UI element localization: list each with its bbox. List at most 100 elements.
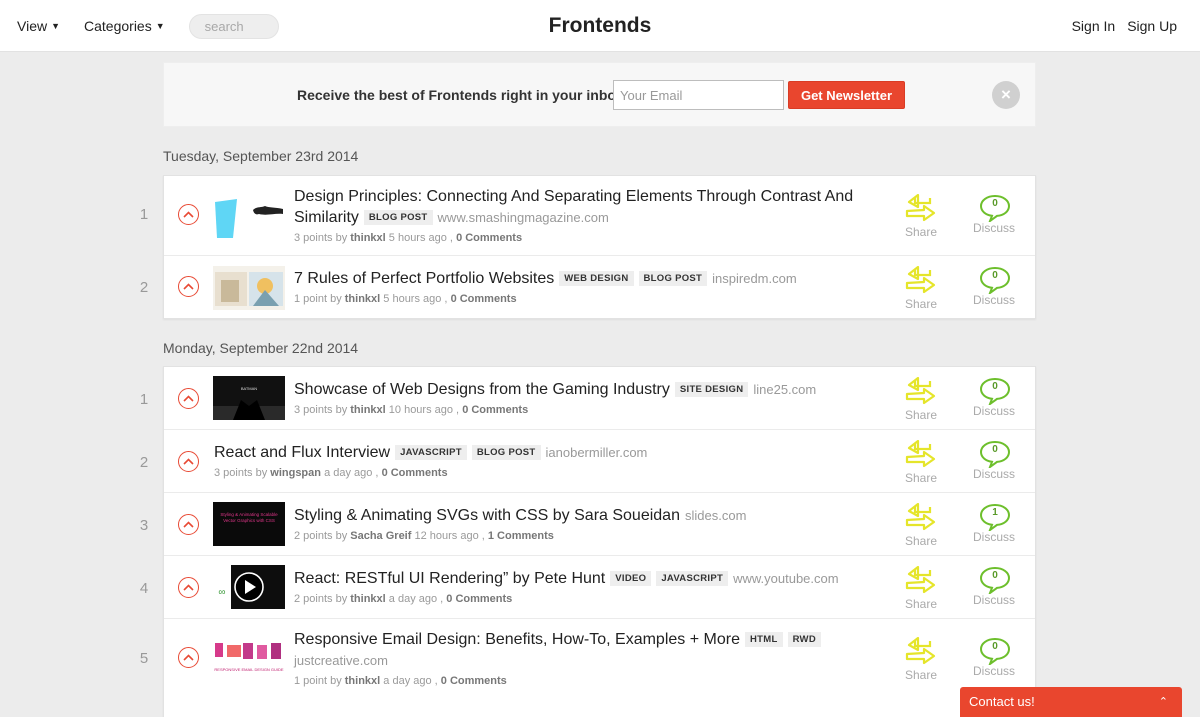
share-arrows-icon (905, 637, 936, 665)
post-domain[interactable]: line25.com (753, 382, 816, 397)
post-title-link[interactable]: Responsive Email Design: Benefits, How-T… (294, 631, 740, 648)
post-tag[interactable]: VIDEO (610, 571, 652, 586)
sign-up-link[interactable]: Sign Up (1127, 18, 1177, 34)
discuss-count: 0 (992, 198, 998, 209)
contact-us-widget[interactable]: Contact us! ⌃ (960, 687, 1182, 717)
categories-dropdown[interactable]: Categories ▼ (84, 18, 165, 34)
upvote-button[interactable] (178, 388, 199, 409)
discuss-button[interactable]: 0 Discuss (973, 566, 1015, 607)
newsletter-email-field[interactable] (613, 80, 784, 110)
svg-slides-thumb: Styling & Animating Scalable Vector Grap… (213, 502, 285, 546)
upvote-button[interactable] (178, 451, 199, 472)
post-author[interactable]: wingspan (270, 467, 321, 479)
sign-in-link[interactable]: Sign In (1072, 18, 1116, 34)
post-meta: 3 points by thinkxl 10 hours ago , 0 Com… (294, 404, 865, 416)
share-button[interactable]: Share (901, 440, 941, 485)
post-tag[interactable]: BLOG POST (638, 271, 708, 286)
post-author[interactable]: thinkxl (345, 675, 380, 687)
post-title-link[interactable]: Styling & Animating SVGs with CSS by Sar… (294, 507, 680, 524)
share-button[interactable]: Share (901, 637, 941, 682)
upvote-button[interactable] (178, 647, 199, 668)
share-button[interactable]: Share (901, 377, 941, 422)
post-comments-link[interactable]: 0 Comments (446, 593, 512, 605)
post-author[interactable]: thinkxl (350, 593, 385, 605)
post-tag[interactable]: JAVASCRIPT (395, 445, 467, 460)
post-time: 12 hours ago , (414, 530, 485, 542)
speech-bubble-icon: 0 (979, 637, 1011, 665)
post-title-line: 7 Rules of Perfect Portfolio Websites WEB… (294, 268, 865, 289)
get-newsletter-button[interactable]: Get Newsletter (788, 81, 905, 109)
share-label: Share (904, 471, 938, 485)
share-button[interactable]: Share (901, 566, 941, 611)
post-thumbnail[interactable] (213, 266, 285, 310)
post-tag[interactable]: BLOG POST (363, 210, 433, 225)
post-thumbnail[interactable]: Styling & Animating Scalable Vector Grap… (213, 502, 285, 546)
post-title-link[interactable]: React and Flux Interview (214, 444, 390, 461)
upvote-button[interactable] (178, 204, 199, 225)
view-dropdown[interactable]: View ▼ (17, 18, 60, 34)
share-arrows-icon (905, 503, 936, 531)
post-thumbnail[interactable] (213, 194, 285, 238)
post-tag[interactable]: HTML (744, 632, 783, 647)
discuss-button[interactable]: 1 Discuss (973, 503, 1015, 544)
post-thumbnail[interactable]: RESPONSIVE EMAIL DESIGN GUIDE (213, 637, 285, 681)
upvote-button[interactable] (178, 577, 199, 598)
nav-right: Sign In Sign Up (1060, 0, 1177, 52)
close-icon[interactable]: × (992, 81, 1020, 109)
share-button[interactable]: Share (901, 194, 941, 239)
share-button[interactable]: Share (901, 503, 941, 548)
post-title-link[interactable]: Showcase of Web Designs from the Gaming … (294, 381, 670, 398)
post-author[interactable]: Sacha Greif (350, 530, 411, 542)
upvote-button[interactable] (178, 276, 199, 297)
discuss-button[interactable]: 0 Discuss (973, 194, 1015, 235)
categories-dropdown-label: Categories (84, 18, 152, 34)
post-rank: 1 (139, 391, 149, 408)
post-time: 5 hours ago , (388, 232, 453, 244)
post-points: 2 points by (294, 593, 348, 605)
post-comments-link[interactable]: 0 Comments (456, 232, 522, 244)
day-heading: Monday, September 22nd 2014 (163, 340, 359, 356)
speech-bubble-icon: 0 (979, 566, 1011, 594)
post-thumbnail[interactable]: ∞ (213, 565, 285, 609)
post-meta: 1 point by thinkxl a day ago , 0 Comment… (294, 675, 865, 687)
post-content: Styling & Animating SVGs with CSS by Sar… (294, 505, 865, 542)
discuss-button[interactable]: 0 Discuss (973, 377, 1015, 418)
post-tag[interactable]: BLOG POST (471, 445, 541, 460)
post-comments-link[interactable]: 1 Comments (488, 530, 554, 542)
post-tag[interactable]: JAVASCRIPT (656, 571, 729, 586)
post-domain[interactable]: ianobermiller.com (546, 445, 648, 460)
chevron-down-icon: ▼ (155, 21, 165, 31)
post-tag[interactable]: RWD (787, 632, 821, 647)
post-comments-link[interactable]: 0 Comments (451, 293, 517, 305)
upvote-button[interactable] (178, 514, 199, 535)
post-comments-link[interactable]: 0 Comments (382, 467, 448, 479)
post-title-link[interactable]: React: RESTful UI Rendering” by Pete Hun… (294, 570, 605, 587)
post-domain[interactable]: inspiredm.com (712, 271, 797, 286)
post-thumbnail[interactable]: BATMAN (213, 376, 285, 420)
discuss-button[interactable]: 0 Discuss (973, 637, 1015, 678)
post-author[interactable]: thinkxl (350, 404, 385, 416)
post-row: 3 Styling & Animating Scalable Vector Gr… (140, 493, 1035, 556)
post-comments-link[interactable]: 0 Comments (462, 404, 528, 416)
chevron-up-icon (183, 283, 194, 290)
post-tag[interactable]: SITE DESIGN (674, 382, 749, 397)
post-tag[interactable]: WEB DESIGN (559, 271, 634, 286)
post-domain[interactable]: www.youtube.com (733, 571, 839, 586)
post-meta: 3 points by thinkxl 5 hours ago , 0 Comm… (294, 232, 865, 244)
post-author[interactable]: thinkxl (350, 232, 385, 244)
discuss-count: 0 (992, 381, 998, 392)
share-button[interactable]: Share (901, 266, 941, 311)
post-domain[interactable]: slides.com (685, 508, 746, 523)
post-domain[interactable]: www.smashingmagazine.com (438, 210, 609, 225)
share-label: Share (904, 408, 938, 422)
post-title-link[interactable]: 7 Rules of Perfect Portfolio Websites (294, 270, 554, 287)
post-comments-link[interactable]: 0 Comments (441, 675, 507, 687)
svg-slides-thumb-text: Styling & Animating Scalable Vector Grap… (220, 512, 278, 523)
post-time: a day ago , (383, 675, 438, 687)
post-author[interactable]: thinkxl (345, 293, 380, 305)
post-domain[interactable]: justcreative.com (294, 653, 388, 668)
discuss-button[interactable]: 0 Discuss (973, 440, 1015, 481)
post-time: a day ago , (324, 467, 379, 479)
discuss-button[interactable]: 0 Discuss (973, 266, 1015, 307)
search-input[interactable] (188, 13, 279, 39)
